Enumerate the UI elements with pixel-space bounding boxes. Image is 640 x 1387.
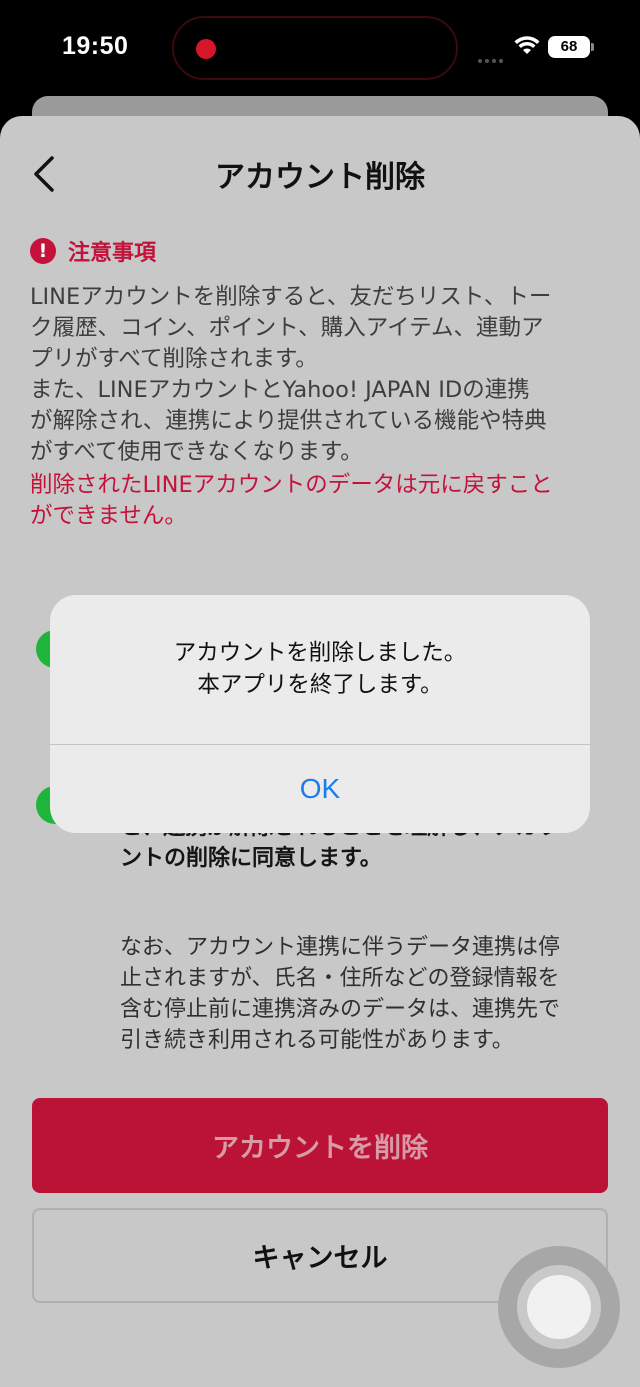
note-line: 引き続き利用される可能性があります。 <box>120 1028 514 1053</box>
exclamation-icon: ! <box>30 238 56 264</box>
note-line: 止されますが、氏名・住所などの登録情報を <box>120 966 560 991</box>
notice-title: 注意事項 <box>68 241 157 266</box>
notice-line: プリがすべて削除されます。 <box>30 346 318 372</box>
agreement-note: なお、アカウント連携に伴うデータ連携は停 止されますが、氏名・住所などの登録情報… <box>120 932 620 1056</box>
notice-heading: ! 注意事項 <box>30 236 156 266</box>
delete-account-button[interactable]: アカウントを削除 <box>32 1098 608 1193</box>
notice-warning: 削除されたLINEアカウントのデータは元に戻すこと ができません。 <box>30 470 612 532</box>
assistive-touch-ring <box>517 1265 601 1349</box>
assistive-touch-center <box>527 1275 591 1339</box>
status-time: 19:50 <box>62 32 129 60</box>
notice-line: ク履歴、コイン、ポイント、購入アイテム、連動ア <box>30 315 544 341</box>
cellular-signal-icon <box>478 48 506 63</box>
assistive-touch-button[interactable] <box>498 1246 620 1368</box>
ok-button[interactable]: OK <box>50 745 590 833</box>
battery-icon: 68 <box>548 36 590 58</box>
battery-tip <box>591 43 594 51</box>
warning-line: ができません。 <box>30 503 187 529</box>
alert-message-line: 本アプリを終了します。 <box>197 672 443 698</box>
notice-line: LINEアカウントを削除すると、友だちリスト、トー <box>30 284 552 310</box>
alert-dialog: アカウントを削除しました。 本アプリを終了します。 OK <box>50 595 590 833</box>
status-bar: 19:50 68 <box>0 0 640 96</box>
wifi-icon <box>514 36 540 54</box>
note-line: 含む停止前に連携済みのデータは、連携先で <box>120 997 561 1022</box>
dynamic-island <box>172 16 458 80</box>
recording-indicator-icon <box>196 39 216 59</box>
notice-line: がすべて使用できなくなります。 <box>30 439 363 465</box>
alert-message: アカウントを削除しました。 本アプリを終了します。 <box>50 637 590 701</box>
warning-line: 削除されたLINEアカウントのデータは元に戻すこと <box>30 472 553 498</box>
note-line: なお、アカウント連携に伴うデータ連携は停 <box>120 935 561 960</box>
notice-body: LINEアカウントを削除すると、友だちリスト、トー ク履歴、コイン、ポイント、購… <box>30 282 612 468</box>
alert-message-line: アカウントを削除しました。 <box>173 640 467 666</box>
notice-line: が解除され、連携により提供されている機能や特典 <box>30 408 547 434</box>
notice-line: また、LINEアカウントとYahoo! JAPAN IDの連携 <box>30 377 530 403</box>
agreement-line: ントの削除に同意します。 <box>120 846 382 871</box>
page-title: アカウント削除 <box>215 160 425 195</box>
